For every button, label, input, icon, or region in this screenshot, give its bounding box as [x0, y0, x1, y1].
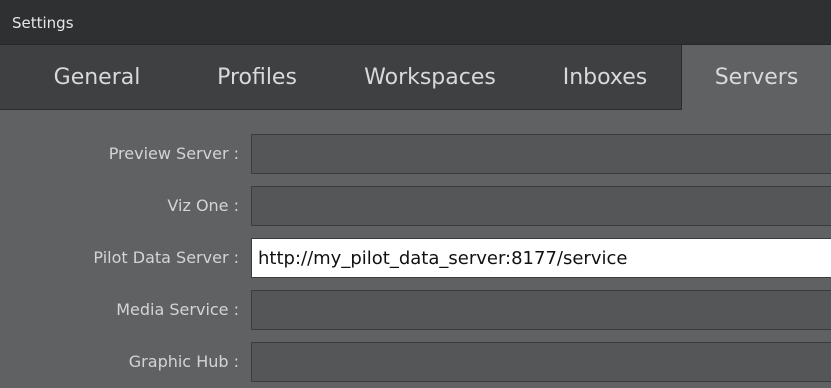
- servers-form: Preview Server : Viz One : Pilot Data Se…: [0, 110, 831, 388]
- tab-inboxes[interactable]: Inboxes: [535, 45, 675, 109]
- tab-servers[interactable]: Servers: [681, 45, 831, 110]
- media-service-input[interactable]: [251, 290, 831, 330]
- pilot-data-server-label: Pilot Data Server :: [93, 248, 239, 267]
- graphic-hub-input[interactable]: [251, 342, 831, 382]
- preview-server-input[interactable]: [251, 134, 831, 174]
- window-title: Settings: [12, 14, 74, 32]
- title-bar: Settings: [0, 0, 831, 45]
- media-service-label: Media Service :: [116, 300, 239, 319]
- settings-window: Settings General Profiles Workspaces Inb…: [0, 0, 831, 388]
- viz-one-label: Viz One :: [167, 196, 239, 215]
- settings-tab-bar: General Profiles Workspaces Inboxes Serv…: [0, 45, 831, 110]
- tab-workspaces[interactable]: Workspaces: [330, 45, 530, 109]
- viz-one-input[interactable]: [251, 186, 831, 226]
- pilot-data-server-input[interactable]: [251, 238, 831, 278]
- tab-general[interactable]: General: [22, 45, 172, 109]
- preview-server-label: Preview Server :: [108, 144, 239, 163]
- tab-profiles[interactable]: Profiles: [192, 45, 322, 109]
- graphic-hub-label: Graphic Hub :: [128, 352, 239, 371]
